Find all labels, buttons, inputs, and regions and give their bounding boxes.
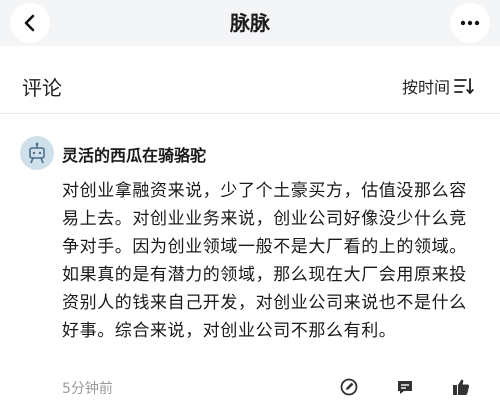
comment-author[interactable]: 灵活的西瓜在骑骆驼 bbox=[62, 142, 206, 166]
reply-button[interactable] bbox=[394, 376, 416, 398]
like-button[interactable] bbox=[450, 376, 472, 398]
section-divider bbox=[0, 113, 500, 114]
reply-icon bbox=[398, 381, 412, 394]
comment-actions bbox=[304, 376, 472, 398]
sort-icon bbox=[454, 77, 474, 95]
sort-label: 按时间 bbox=[401, 78, 450, 97]
edit-icon bbox=[340, 378, 358, 396]
top-nav-bar: 脉脉 bbox=[0, 0, 500, 46]
comment-time: 5分钟前 bbox=[62, 381, 113, 397]
more-button[interactable] bbox=[450, 3, 490, 43]
comment-footer: 5分钟前 bbox=[0, 376, 500, 400]
thumbs-up-icon bbox=[453, 379, 470, 395]
sort-by-time-button[interactable]: 按时间 bbox=[402, 74, 474, 98]
comment-text: 对创业拿融资来说，少了个土豪买方，估值没那么容易上去。对创业业务来说，创业公司好… bbox=[62, 181, 467, 341]
edit-button[interactable] bbox=[338, 376, 360, 398]
page-title: 脉脉 bbox=[230, 11, 270, 35]
avatar[interactable] bbox=[20, 136, 54, 170]
comments-title: 评论 bbox=[22, 76, 62, 100]
avatar-icon bbox=[29, 142, 45, 164]
comments-header: 评论 按时间 bbox=[0, 60, 500, 112]
more-horizontal-icon bbox=[460, 20, 480, 26]
